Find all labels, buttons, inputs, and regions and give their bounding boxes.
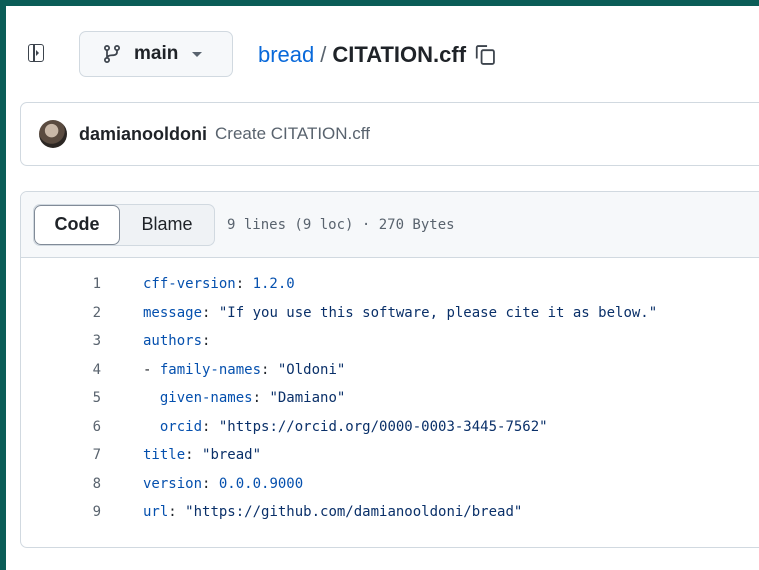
copy-icon[interactable]	[474, 44, 496, 66]
line-source: cff-version: 1.2.0	[143, 276, 295, 292]
line-number[interactable]: 6	[21, 419, 101, 435]
sidebar-expand-icon[interactable]	[28, 44, 44, 62]
line-number[interactable]: 9	[21, 504, 101, 520]
code-line: 4 - family-names: "Oldoni"	[21, 356, 759, 385]
triangle-down-icon	[192, 51, 203, 57]
yaml-separator: :	[202, 475, 219, 492]
code-line: 6 orcid: "https://orcid.org/0000-0003-34…	[21, 413, 759, 442]
view-mode-toggle: Code Blame	[33, 203, 215, 246]
tab-code[interactable]: Code	[34, 204, 120, 245]
yaml-key: version	[143, 475, 203, 492]
line-prefix	[143, 390, 160, 406]
latest-commit-bar: damianooldoni Create CITATION.cff	[20, 102, 759, 166]
yaml-value: "Damiano"	[269, 390, 346, 407]
code-line: 3 authors:	[21, 327, 759, 356]
yaml-separator: :	[235, 276, 253, 293]
file-header: Code Blame 9 lines (9 loc) · 270 Bytes	[21, 192, 759, 258]
code-line: 9 url: "https://github.com/damianooldoni/…	[21, 498, 759, 527]
code-line: 8 version: 0.0.0.9000	[21, 470, 759, 499]
git-branch-icon	[103, 45, 121, 64]
line-number[interactable]: 5	[21, 390, 101, 406]
yaml-key: message	[143, 304, 203, 321]
yaml-key: given-names	[159, 390, 253, 407]
code-line: 5 given-names: "Damiano"	[21, 384, 759, 413]
line-number[interactable]: 7	[21, 447, 101, 463]
avatar[interactable]	[39, 120, 67, 148]
yaml-separator: :	[168, 504, 186, 521]
yaml-key: cff-version	[143, 276, 236, 293]
code-listing: 1 cff-version: 1.2.0 2 message: "If you use…	[21, 258, 759, 527]
line-source: authors:	[143, 333, 210, 349]
yaml-key: title	[143, 447, 186, 464]
line-number[interactable]: 4	[21, 362, 101, 378]
yaml-key: url	[143, 504, 169, 521]
yaml-key: orcid	[159, 418, 203, 435]
file-meta-info: 9 lines (9 loc) · 270 Bytes	[227, 216, 455, 233]
tab-blame[interactable]: Blame	[120, 205, 214, 245]
yaml-separator: :	[252, 390, 270, 407]
line-number[interactable]: 3	[21, 333, 101, 349]
yaml-separator: :	[185, 447, 203, 464]
line-source: orcid: "https://orcid.org/0000-0003-3445…	[143, 419, 548, 435]
line-source: version: 0.0.0.9000	[143, 476, 303, 492]
yaml-value: "Oldoni"	[277, 361, 346, 378]
breadcrumb-repo-link[interactable]: bread	[258, 42, 314, 68]
breadcrumb-separator: /	[320, 42, 327, 67]
line-number[interactable]: 2	[21, 305, 101, 321]
file-topbar: main bread / CITATION.cff	[6, 6, 759, 94]
branch-label: main	[134, 43, 179, 64]
yaml-value: 0.0.0.9000	[218, 475, 304, 492]
yaml-separator: :	[202, 304, 219, 321]
line-number[interactable]: 1	[21, 276, 101, 292]
line-prefix: -	[143, 361, 160, 378]
code-line: 1 cff-version: 1.2.0	[21, 270, 759, 299]
branch-selector-button[interactable]: main	[79, 31, 233, 77]
line-source: title: "bread"	[143, 447, 261, 463]
line-source: url: "https://github.com/damianooldoni/b…	[143, 504, 522, 520]
yaml-value: 1.2.0	[252, 276, 295, 293]
commit-author-link[interactable]: damianooldoni	[79, 124, 207, 145]
file-viewer: Code Blame 9 lines (9 loc) · 270 Bytes 1…	[20, 191, 759, 548]
line-source: - family-names: "Oldoni"	[143, 362, 345, 378]
line-number[interactable]: 8	[21, 476, 101, 492]
commit-message-link[interactable]: Create CITATION.cff	[215, 124, 370, 144]
code-line: 7 title: "bread"	[21, 441, 759, 470]
yaml-value: "If you use this software, please cite i…	[218, 304, 658, 321]
yaml-key: family-names	[159, 361, 262, 378]
yaml-value: "bread"	[202, 447, 262, 464]
yaml-separator: :	[202, 418, 219, 435]
yaml-value: "https://orcid.org/0000-0003-3445-7562"	[218, 418, 548, 435]
breadcrumb: bread / CITATION.cff	[258, 42, 496, 68]
yaml-value: "https://github.com/damianooldoni/bread"	[185, 504, 523, 521]
yaml-separator: :	[261, 361, 278, 378]
line-source: message: "If you use this software, plea…	[143, 305, 657, 321]
breadcrumb-file-name: CITATION.cff	[332, 42, 467, 67]
code-line: 2 message: "If you use this software, ple…	[21, 299, 759, 328]
yaml-separator: :	[202, 333, 211, 350]
yaml-key: authors	[143, 333, 203, 350]
line-prefix	[143, 419, 160, 435]
line-source: given-names: "Damiano"	[143, 390, 345, 406]
